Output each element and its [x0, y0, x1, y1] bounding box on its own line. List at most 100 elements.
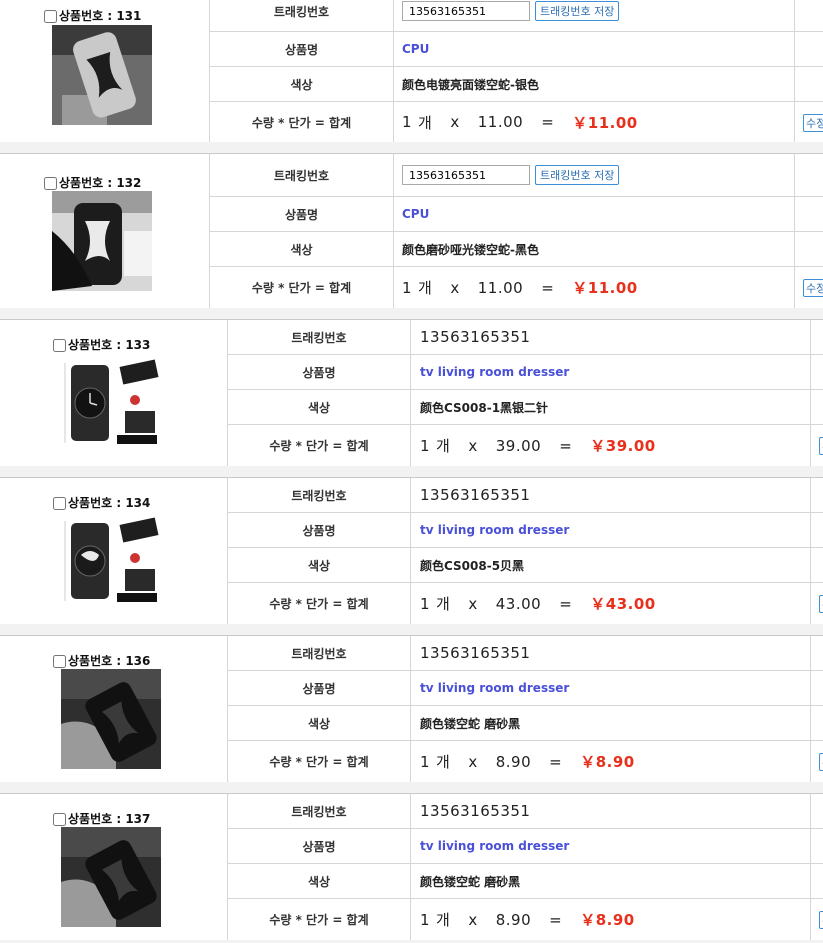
- product-name-link[interactable]: tv living room dresser: [420, 355, 569, 389]
- qty-label: 수량 * 단가 = 합계: [228, 583, 411, 624]
- row-color: 색상 颜色镂空蛇 磨砂黑: [227, 706, 823, 741]
- qty-unit: 개: [418, 279, 433, 297]
- qty-label: 수량 * 단가 = 합계: [210, 102, 394, 142]
- side-cell: [794, 197, 823, 231]
- times-sign: x: [450, 113, 460, 131]
- times-sign: x: [468, 436, 478, 455]
- product-number-label: 상품번호 :: [59, 176, 113, 190]
- product-image: [52, 191, 152, 291]
- qty-value: 1: [420, 594, 431, 613]
- side-cell: [794, 232, 823, 266]
- tracking-number: 13563165351: [420, 328, 531, 346]
- tracking-input[interactable]: [402, 1, 530, 21]
- product-number-value: 137: [125, 812, 151, 826]
- product-name-label: 상품명: [210, 197, 394, 231]
- product-image: [61, 355, 161, 455]
- total-price: ￥43.00: [590, 595, 656, 613]
- separator: [0, 782, 823, 793]
- side-cell: [810, 671, 823, 705]
- row-color: 색상 颜色电镀亮面镂空蛇-银色: [209, 67, 823, 102]
- qty-formula: 1 개 x 11.00 = ￥11.00: [402, 102, 656, 142]
- product-name-link[interactable]: CPU: [402, 197, 429, 231]
- product-number: 상품번호 : 131: [44, 7, 141, 24]
- total-price: ￥11.00: [572, 279, 638, 297]
- edit-button[interactable]: 수정: [819, 911, 823, 929]
- color-label: 색상: [210, 67, 394, 101]
- order-item-134: 상품번호 : 134 트래킹번호 13563165351 상품명 tv livi…: [0, 477, 823, 625]
- qty-unit: 개: [436, 437, 451, 455]
- side-cell: 수정: [794, 267, 823, 308]
- edit-button[interactable]: 수정: [803, 279, 823, 297]
- product-name-link[interactable]: tv living room dresser: [420, 671, 569, 705]
- product-name-link[interactable]: CPU: [402, 32, 429, 66]
- row-product-name: 상품명 tv living room dresser: [227, 355, 823, 390]
- select-checkbox[interactable]: [53, 497, 66, 510]
- tracking-label: 트래킹번호: [228, 478, 411, 512]
- product-number: 상품번호 : 136: [53, 652, 150, 669]
- product-name-label: 상품명: [228, 671, 411, 705]
- edit-button[interactable]: 수정: [819, 595, 823, 613]
- product-number: 상품번호 : 137: [53, 810, 150, 827]
- order-item-136: 상품번호 : 136 트래킹번호 13563165351 상품명 tv livi…: [0, 635, 823, 783]
- qty-value: 1: [402, 113, 413, 131]
- row-color: 색상 颜色CS008-5贝黑: [227, 548, 823, 583]
- row-product-name: 상품명 tv living room dresser: [227, 829, 823, 864]
- row-product-name: 상품명 tv living room dresser: [227, 671, 823, 706]
- qty-value: 1: [402, 278, 413, 297]
- side-cell: [794, 154, 823, 196]
- unit-price: 11.00: [477, 278, 524, 297]
- row-tracking: 트래킹번호 13563165351: [227, 794, 823, 829]
- select-checkbox[interactable]: [53, 655, 66, 668]
- equals-sign: =: [541, 113, 555, 131]
- qty-unit: 개: [436, 753, 451, 771]
- product-number-value: 136: [125, 654, 151, 668]
- select-checkbox[interactable]: [44, 10, 57, 23]
- qty-value: 1: [420, 436, 431, 455]
- product-number: 상품번호 : 133: [53, 336, 150, 353]
- color-value: 颜色镂空蛇 磨砂黑: [420, 874, 521, 889]
- save-tracking-button[interactable]: 트래킹번호 저장: [535, 1, 620, 21]
- tracking-label: 트래킹번호: [210, 154, 394, 196]
- color-label: 색상: [210, 232, 394, 266]
- product-number-label: 상품번호 :: [68, 496, 122, 510]
- qty-label: 수량 * 단가 = 합계: [228, 425, 411, 466]
- side-cell: [810, 548, 823, 582]
- product-number-value: 134: [125, 496, 151, 510]
- equals-sign: =: [559, 436, 573, 455]
- tracking-input[interactable]: [402, 165, 530, 185]
- equals-sign: =: [541, 278, 555, 297]
- qty-label: 수량 * 단가 = 합계: [228, 899, 411, 940]
- equals-sign: =: [549, 752, 563, 771]
- select-checkbox[interactable]: [44, 177, 57, 190]
- order-item-131: 상품번호 : 131 트래킹번호 트래킹번호 저장 상품명 CPU 색상 颜色电…: [0, 0, 823, 143]
- select-checkbox[interactable]: [53, 339, 66, 352]
- color-label: 색상: [228, 390, 411, 424]
- select-checkbox[interactable]: [53, 813, 66, 826]
- row-qty: 수량 * 단가 = 합계 1개x 8.90 = ￥8.90 수정: [227, 741, 823, 782]
- row-qty: 수량 * 단가 = 합계 1개x 11.00 = ￥11.00 수정: [209, 267, 823, 308]
- product-name-label: 상품명: [210, 32, 394, 66]
- product-name-link[interactable]: tv living room dresser: [420, 829, 569, 863]
- edit-button[interactable]: 수정: [819, 753, 823, 771]
- side-cell: [794, 0, 823, 31]
- separator: [0, 466, 823, 477]
- product-name-link[interactable]: tv living room dresser: [420, 513, 569, 547]
- product-number-label: 상품번호 :: [59, 9, 113, 23]
- row-product-name: 상품명 CPU: [209, 32, 823, 67]
- qty-unit: 개: [436, 911, 451, 929]
- times-sign: x: [468, 594, 478, 613]
- qty-formula: 1 개 x 8.90 = ￥8.90: [420, 899, 653, 940]
- color-value: 颜色CS008-5贝黑: [420, 558, 525, 573]
- unit-price: 8.90: [495, 752, 532, 771]
- side-cell: [810, 390, 823, 424]
- product-image: [52, 25, 152, 125]
- color-label: 색상: [228, 864, 411, 898]
- edit-button[interactable]: 수정: [819, 437, 823, 455]
- edit-button[interactable]: 수정: [803, 114, 823, 132]
- product-image: [61, 669, 161, 769]
- color-value: 颜色电镀亮面镂空蛇-银色: [402, 77, 539, 92]
- times-sign: x: [450, 278, 460, 297]
- qty-formula: 1 개 x 43.00 = ￥43.00: [420, 583, 674, 624]
- product-cell: 상품번호 : 132: [0, 154, 209, 308]
- save-tracking-button[interactable]: 트래킹번호 저장: [535, 165, 620, 185]
